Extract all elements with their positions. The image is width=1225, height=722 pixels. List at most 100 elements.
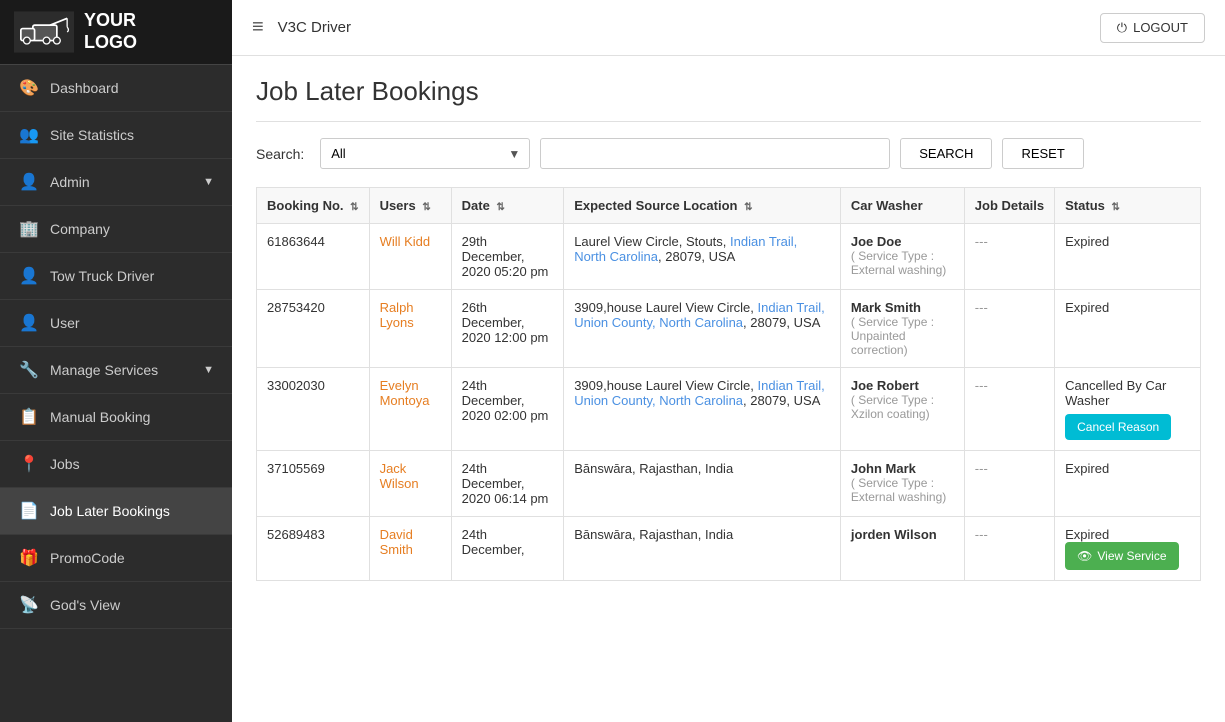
sidebar-item-label: Admin [50,174,90,190]
logo-text: YOUR LOGO [84,10,137,53]
sidebar-item-label: Dashboard [50,80,119,96]
table-header: Booking No. ⇅ Users ⇅ Date ⇅ Expected So… [257,188,1201,224]
chevron-down-icon: ▼ [203,176,214,188]
search-select[interactable]: All Booking No. Users Date Status [320,138,530,169]
sidebar-item-promo-code[interactable]: 🎁 PromoCode [0,535,232,582]
sidebar-item-label: God's View [50,597,120,613]
col-users-label: Users [380,198,416,213]
cell-booking-no: 33002030 [257,368,370,451]
sidebar-item-label: Jobs [50,456,80,472]
cell-booking-no: 52689483 [257,517,370,581]
logout-label: LOGOUT [1133,20,1188,35]
table-row: 37105569 Jack Wilson 24th December, 2020… [257,451,1201,517]
cell-status: Expired [1055,451,1201,517]
sidebar-item-gods-view[interactable]: 📡 God's View [0,582,232,629]
cell-car-washer: jorden Wilson [840,517,964,581]
dashboard-icon: 🎨 [18,78,40,98]
page-title: Job Later Bookings [256,76,1201,107]
sidebar-item-label: Company [50,221,110,237]
col-job-details-label: Job Details [975,198,1044,213]
promo-code-icon: 🎁 [18,548,40,568]
sidebar-item-jobs[interactable]: 📍 Jobs [0,441,232,488]
cell-status: Expired 👁 View Service [1055,517,1201,581]
sidebar-nav: 🎨 Dashboard 👥 Site Statistics 👤 Admin ▼ … [0,65,232,722]
cancel-reason-button[interactable]: Cancel Reason [1065,414,1171,440]
job-later-bookings-icon: 📄 [18,501,40,521]
col-booking-no[interactable]: Booking No. ⇅ [257,188,370,224]
page-content: Job Later Bookings Search: All Booking N… [232,56,1225,722]
location-text: Bānswāra, Rajasthan, India [574,527,733,542]
search-input[interactable] [540,138,890,169]
user-link[interactable]: Will Kidd [380,234,431,249]
sidebar-item-job-later-bookings[interactable]: 📄 Job Later Bookings [0,488,232,535]
search-bar: Search: All Booking No. Users Date Statu… [256,138,1201,169]
cell-user: Evelyn Montoya [369,368,451,451]
sidebar-item-label: Tow Truck Driver [50,268,154,284]
cell-user: Ralph Lyons [369,290,451,368]
sidebar-item-admin[interactable]: 👤 Admin ▼ [0,159,232,206]
logout-button[interactable]: ⏻ LOGOUT [1100,13,1205,43]
col-date-label: Date [462,198,490,213]
user-link[interactable]: Jack Wilson [380,461,419,491]
col-users[interactable]: Users ⇅ [369,188,451,224]
cell-date: 24th December, 2020 06:14 pm [451,451,564,517]
table-body: 61863644 Will Kidd 29th December, 2020 0… [257,224,1201,581]
col-status-label: Status [1065,198,1105,213]
cell-location: Bānswāra, Rajasthan, India [564,517,841,581]
city-text: Indian Trail, North Carolina [574,234,797,264]
cell-booking-no: 61863644 [257,224,370,290]
col-car-washer: Car Washer [840,188,964,224]
cell-location: 3909,house Laurel View Circle, Indian Tr… [564,368,841,451]
sidebar-item-label: User [50,315,80,331]
search-label: Search: [256,146,304,162]
cell-date: 29th December, 2020 05:20 pm [451,224,564,290]
col-car-washer-label: Car Washer [851,198,923,213]
user-link[interactable]: Ralph Lyons [380,300,414,330]
cell-car-washer: Joe Doe ( Service Type : External washin… [840,224,964,290]
cell-status: Expired [1055,290,1201,368]
table-row: 52689483 David Smith 24th December, Bāns… [257,517,1201,581]
cell-status: Cancelled By Car Washer Cancel Reason [1055,368,1201,451]
user-link[interactable]: David Smith [380,527,413,557]
table-row: 61863644 Will Kidd 29th December, 2020 0… [257,224,1201,290]
reset-button[interactable]: RESET [1002,138,1083,169]
menu-icon[interactable]: ≡ [252,16,264,39]
service-type: ( Service Type : Xzilon coating) [851,393,954,421]
col-source-location[interactable]: Expected Source Location ⇅ [564,188,841,224]
topbar-title: V3C Driver [278,19,351,36]
service-type: ( Service Type : External washing) [851,476,954,504]
sidebar-item-user[interactable]: 👤 User [0,300,232,347]
search-button[interactable]: SEARCH [900,138,992,169]
col-date[interactable]: Date ⇅ [451,188,564,224]
cell-location: Bānswāra, Rajasthan, India [564,451,841,517]
user-link[interactable]: Evelyn Montoya [380,378,430,408]
col-status[interactable]: Status ⇅ [1055,188,1201,224]
manual-booking-icon: 📋 [18,407,40,427]
sidebar-item-manage-services[interactable]: 🔧 Manage Services ▼ [0,347,232,394]
col-job-details: Job Details [964,188,1054,224]
cell-date: 24th December, [451,517,564,581]
sidebar-item-dashboard[interactable]: 🎨 Dashboard [0,65,232,112]
cell-user: David Smith [369,517,451,581]
view-service-button[interactable]: 👁 View Service [1065,542,1178,570]
cell-job-details: --- [964,290,1054,368]
cell-status: Expired [1055,224,1201,290]
location-text: Laurel View Circle, Stouts, Indian Trail… [574,234,797,264]
sidebar-item-site-statistics[interactable]: 👥 Site Statistics [0,112,232,159]
car-washer-name: Joe Doe [851,234,902,249]
search-select-wrapper: All Booking No. Users Date Status ▼ [320,138,530,169]
cell-booking-no: 37105569 [257,451,370,517]
user-icon: 👤 [18,313,40,333]
sidebar-item-manual-booking[interactable]: 📋 Manual Booking [0,394,232,441]
sidebar-item-company[interactable]: 🏢 Company [0,206,232,253]
sort-icon: ⇅ [1112,202,1120,213]
city-text: Indian Trail, Union County, North Caroli… [574,378,825,408]
manage-services-icon: 🔧 [18,360,40,380]
sidebar-item-tow-truck-driver[interactable]: 👤 Tow Truck Driver [0,253,232,300]
eye-icon: 👁 [1077,549,1092,563]
admin-icon: 👤 [18,172,40,192]
col-booking-no-label: Booking No. [267,198,344,213]
view-service-label: View Service [1097,549,1166,563]
location-text: Bānswāra, Rajasthan, India [574,461,733,476]
site-statistics-icon: 👥 [18,125,40,145]
